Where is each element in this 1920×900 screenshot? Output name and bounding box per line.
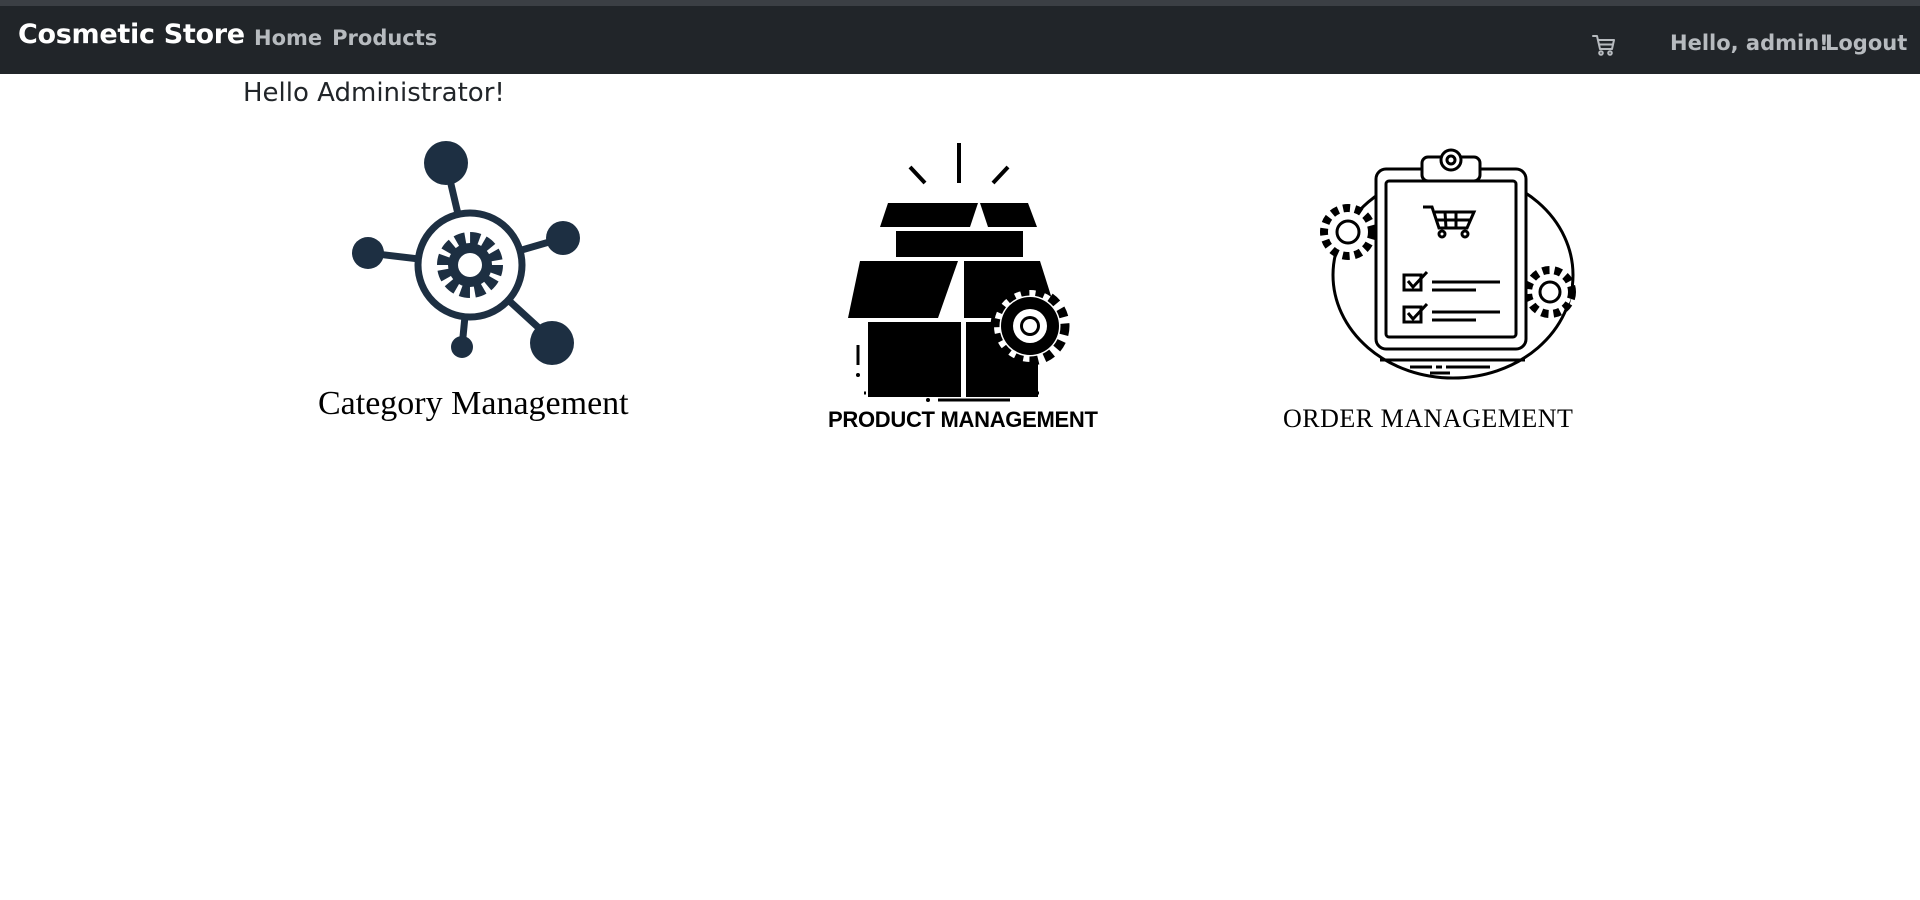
brand-link[interactable]: Cosmetic Store — [18, 6, 245, 74]
cart-icon[interactable] — [1590, 31, 1618, 59]
user-greeting: Hello, admin! — [1670, 31, 1829, 55]
nav-links: Home Products — [254, 6, 437, 74]
network-gear-icon — [352, 141, 580, 365]
product-management-card[interactable]: PRODUCT MANAGEMENT — [820, 135, 1100, 435]
navbar: Cosmetic Store Home Products Hello, admi… — [0, 6, 1920, 74]
box-gear-icon — [848, 143, 1070, 402]
category-management-label: Category Management — [318, 385, 629, 422]
order-management-label: ORDER MANAGEMENT — [1283, 404, 1574, 433]
order-management-card[interactable]: ORDER MANAGEMENT — [1280, 135, 1620, 435]
logout-link[interactable]: Logout — [1825, 6, 1907, 74]
nav-link-products[interactable]: Products — [332, 6, 437, 74]
clipboard-cart-icon — [1320, 148, 1576, 380]
page-greeting: Hello Administrator! — [243, 78, 505, 108]
category-management-card[interactable]: Category Management — [300, 135, 660, 435]
product-management-label: PRODUCT MANAGEMENT — [828, 407, 1098, 432]
nav-link-home[interactable]: Home — [254, 6, 322, 74]
